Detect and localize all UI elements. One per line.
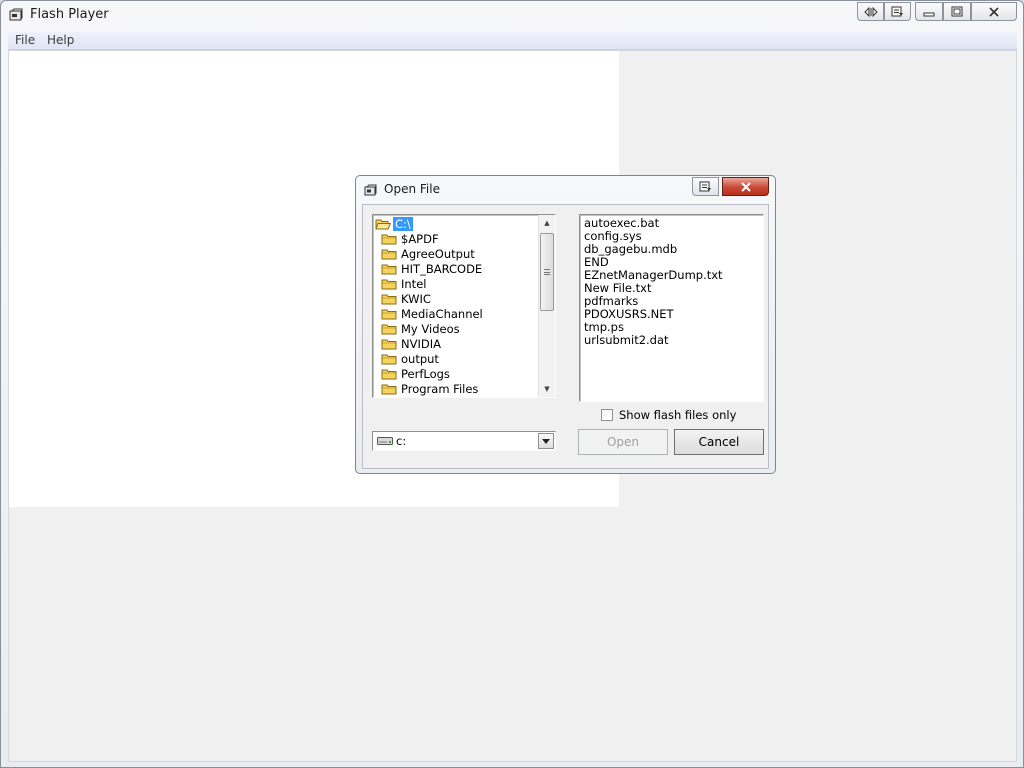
window-menu-icon (891, 6, 903, 16)
folder-icon (381, 369, 397, 379)
folder-item[interactable]: NVIDIA (375, 336, 538, 351)
folder-item-label: Program Files (401, 381, 479, 396)
folder-icon (381, 384, 397, 394)
window-title: Flash Player (30, 7, 109, 22)
folder-item[interactable]: HIT_BARCODE (375, 261, 538, 276)
folder-item[interactable]: AgreeOutput (375, 246, 538, 261)
folder-item[interactable]: PerfLogs (375, 366, 538, 381)
folder-item-label: PerfLogs (401, 366, 450, 381)
open-file-dialog: Open File C:\ $APDF AgreeOutput HIT_BARCODE… (355, 175, 776, 474)
app-icon (9, 8, 23, 21)
flash-only-option[interactable]: Show flash files only (601, 407, 736, 423)
minimize-button[interactable] (915, 2, 943, 21)
folder-item[interactable]: Intel (375, 276, 538, 291)
drive-dropdown-button[interactable] (538, 433, 554, 449)
folder-item-label: AgreeOutput (401, 246, 475, 261)
drive-value: c: (396, 434, 407, 448)
folder-icon (381, 309, 397, 319)
folder-item[interactable]: Program Files (375, 381, 538, 396)
folder-item-label: $APDF (401, 231, 439, 246)
drive-select[interactable]: c: (372, 431, 556, 451)
cancel-button[interactable]: Cancel (674, 429, 764, 455)
maximize-button[interactable] (943, 2, 971, 21)
folder-item[interactable]: KWIC (375, 291, 538, 306)
scroll-down-arrow-icon: ▼ (544, 385, 550, 393)
open-button[interactable]: Open (578, 429, 668, 455)
title-bar[interactable]: Flash Player (1, 1, 1023, 31)
show-flash-only-label: Show flash files only (619, 408, 737, 422)
folder-item-label: KWIC (401, 291, 431, 306)
restore-icon (951, 6, 963, 17)
scroll-up-arrow-icon: ▲ (544, 219, 550, 227)
grip-icon (544, 269, 550, 275)
folder-item-label: C:\ (393, 216, 413, 231)
folder-icon (381, 234, 397, 244)
folder-item-label: Intel (401, 276, 427, 291)
file-item[interactable]: db_gagebu.mdb (584, 243, 759, 256)
dialog-app-icon (364, 184, 377, 196)
folder-icon (381, 279, 397, 289)
folder-item-label: HIT_BARCODE (401, 261, 483, 276)
menu-file[interactable]: File (15, 33, 35, 47)
folder-list[interactable]: C:\ $APDF AgreeOutput HIT_BARCODE Intel KWIC M… (372, 214, 556, 398)
folder-icon (381, 294, 397, 304)
folder-icon (381, 354, 397, 364)
dialog-title: Open File (384, 182, 440, 196)
chevron-down-icon (542, 438, 550, 444)
folder-item-label: My Videos (401, 321, 460, 336)
close-icon (989, 6, 999, 17)
window-menu-button[interactable] (884, 2, 911, 21)
folder-item-label: NVIDIA (401, 336, 441, 351)
scroll-down-button[interactable]: ▼ (539, 381, 555, 397)
folder-item[interactable]: output (375, 351, 538, 366)
dialog-close-button[interactable] (722, 177, 769, 196)
open-folder-icon (375, 219, 391, 229)
folder-icon (381, 249, 397, 259)
folder-icon (381, 339, 397, 349)
menu-help[interactable]: Help (47, 33, 74, 47)
file-item[interactable]: urlsubmit2.dat (584, 334, 759, 347)
folder-item-label: MediaChannel (401, 306, 483, 321)
dialog-menu-button[interactable] (692, 177, 719, 196)
hard-drive-icon (377, 437, 393, 445)
file-list[interactable]: autoexec.bat config.sys db_gagebu.mdb END EZ… (579, 214, 764, 402)
switch-arrows-icon (863, 6, 878, 17)
menu-bar: File Help (8, 32, 1017, 50)
folder-item[interactable]: MediaChannel (375, 306, 538, 321)
folder-item[interactable]: $APDF (375, 231, 538, 246)
folder-icon (381, 324, 397, 334)
minimize-icon (923, 12, 935, 16)
folder-item[interactable]: My Videos (375, 321, 538, 336)
folder-item[interactable]: C:\ (375, 216, 538, 231)
scroll-thumb[interactable] (540, 233, 554, 311)
show-flash-only-checkbox[interactable] (601, 409, 613, 421)
dialog-body: C:\ $APDF AgreeOutput HIT_BARCODE Intel KWIC M… (362, 204, 769, 469)
folder-item-label: output (401, 351, 439, 366)
window-menu-icon (699, 181, 711, 191)
switch-view-button[interactable] (857, 2, 884, 21)
close-icon (740, 181, 751, 192)
folder-icon (381, 264, 397, 274)
close-button[interactable] (971, 2, 1017, 21)
folder-scrollbar[interactable]: ▲ ▼ (538, 215, 555, 397)
scroll-up-button[interactable]: ▲ (539, 215, 555, 231)
